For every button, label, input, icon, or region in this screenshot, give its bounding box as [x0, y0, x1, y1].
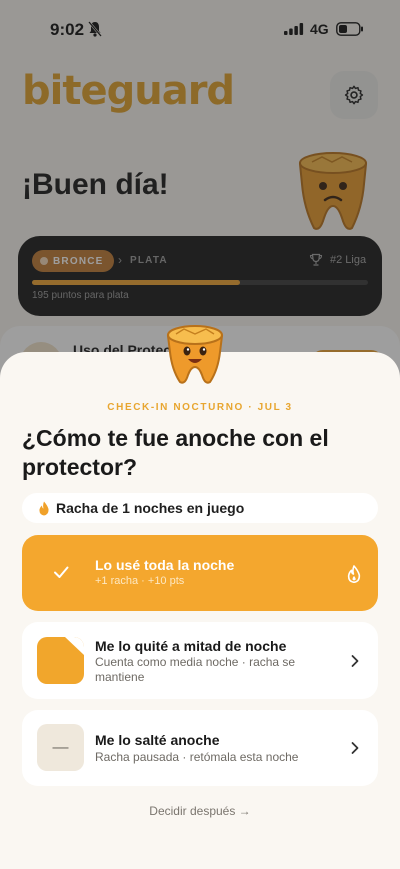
option-subtitle: Cuenta como media noche · racha se manti… — [95, 655, 296, 684]
flame-icon — [347, 565, 361, 583]
check-icon — [54, 566, 69, 578]
streak-pill: Racha de 1 noches en juego — [22, 493, 378, 523]
option-title: Me lo quité a mitad de noche — [95, 638, 287, 654]
half-moon-icon — [37, 637, 84, 684]
streak-text: Racha de 1 noches en juego — [56, 500, 245, 516]
option-half-night[interactable]: Me lo quité a mitad de noche Cuenta como… — [22, 622, 378, 699]
option-title: Lo usé toda la noche — [95, 557, 235, 573]
chevron-right-icon — [351, 655, 359, 667]
option-subtitle: +1 racha · +10 pts — [95, 575, 185, 587]
dash-glyph: — — [52, 738, 69, 756]
option-skipped[interactable]: — Me lo salté anoche Racha pausada · ret… — [22, 710, 378, 786]
checkin-eyebrow: CHECK-IN NOCTURNO · JUL 3 — [107, 402, 293, 413]
half-shape-icon — [65, 637, 84, 655]
option-full-night[interactable]: Lo usé toda la noche +1 racha · +10 pts — [22, 535, 378, 611]
checkin-question: ¿Cómo te fue anoche con el protector? — [22, 425, 329, 480]
option-subtitle: Racha pausada · retómala esta noche — [95, 750, 299, 764]
chevron-right-icon — [351, 742, 359, 754]
decide-later-link[interactable]: Decidir después → — [0, 804, 400, 818]
dash-icon: — — [37, 724, 84, 771]
option-title: Me lo salté anoche — [95, 732, 220, 748]
happy-tooth-mascot-icon — [166, 325, 224, 384]
flame-icon — [39, 501, 49, 515]
